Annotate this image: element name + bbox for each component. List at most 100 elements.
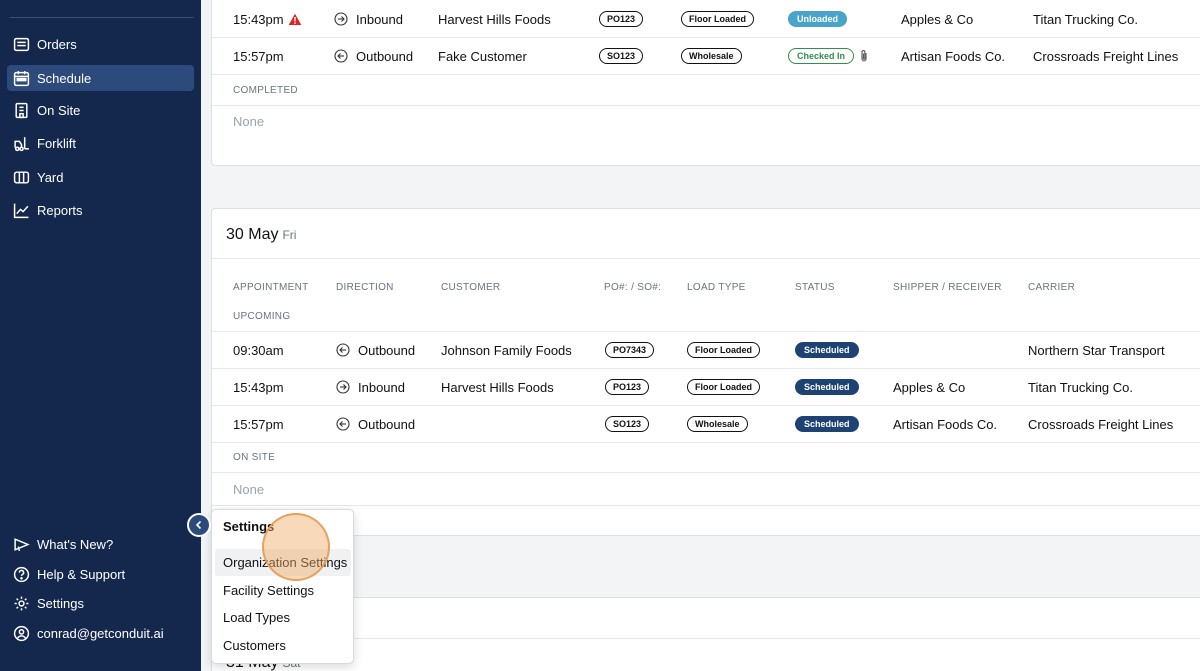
section-header-upcoming: UPCOMING	[212, 302, 1200, 332]
empty-state: None	[212, 473, 1200, 506]
arrow-left-circle-icon	[336, 343, 350, 357]
status-badge: Unloaded	[788, 11, 848, 27]
sidebar-item-label: Yard	[37, 169, 64, 185]
carrier-name: Crossroads Freight Lines	[1033, 48, 1179, 64]
carrier-name: Titan Trucking Co.	[1028, 379, 1134, 395]
column-header: CUSTOMER	[441, 281, 501, 293]
customer-name: Johnson Family Foods	[441, 342, 572, 358]
sidebar-item-account[interactable]: conrad@getconduit.ai	[7, 620, 194, 646]
column-header: APPOINTMENT	[233, 281, 309, 293]
day-card-31-may: 31 MaySat	[211, 597, 1200, 671]
day-card-30-may: 30 May Fri APPOINTMENT DIRECTION CUSTOMER…	[211, 208, 1200, 536]
collapse-sidebar-button[interactable]	[187, 513, 211, 537]
arrow-right-circle-icon	[334, 12, 348, 26]
divider	[212, 638, 1200, 639]
day-card-29-may: 15:43pm Inbound Harvest Hills Foods PO12…	[211, 0, 1200, 166]
shipper-name: Artisan Foods Co.	[901, 48, 1006, 64]
po-badge: PO123	[605, 379, 650, 395]
day-date: 30 May	[226, 226, 279, 243]
sidebar-item-label: Reports	[37, 202, 83, 218]
appointment-time: 09:30am	[233, 342, 284, 358]
divider	[212, 258, 1200, 259]
menu-item-facility-settings[interactable]: Facility Settings	[215, 577, 351, 604]
sidebar-item-label: Help & Support	[37, 566, 126, 582]
paperclip-icon[interactable]	[859, 49, 869, 63]
section-header-on-site: ON SITE	[212, 443, 1200, 473]
shipper-name: Artisan Foods Co.	[893, 416, 998, 432]
settings-menu-title: Settings	[223, 519, 275, 534]
sidebar-item-schedule[interactable]: Schedule	[7, 65, 194, 91]
load-type-badge: Wholesale	[687, 416, 748, 432]
sidebar-item-reports[interactable]: Reports	[7, 197, 194, 223]
table-row[interactable]: 15:57pm Outbound Fake Customer SO123 Who…	[212, 38, 1200, 75]
appointment-time: 15:57pm	[233, 48, 284, 64]
shipper-name: Apples & Co	[901, 11, 974, 27]
load-type-badge: Wholesale	[681, 48, 742, 64]
direction-label: Outbound	[358, 416, 416, 432]
load-type-badge: Floor Loaded	[687, 342, 760, 358]
menu-item-load-types[interactable]: Load Types	[215, 604, 351, 631]
sidebar-item-orders[interactable]: Orders	[7, 31, 194, 57]
arrow-left-circle-icon	[334, 49, 348, 63]
help-icon	[13, 566, 30, 582]
status-badge: Scheduled	[795, 342, 859, 358]
megaphone-icon	[14, 537, 30, 551]
sidebar-item-label: What's New?	[37, 536, 114, 552]
shipper-name: Apples & Co	[893, 379, 966, 395]
building-icon	[15, 102, 28, 118]
sidebar-item-label: Schedule	[37, 70, 92, 86]
table-row[interactable]: 15:43pm Inbound Harvest Hills Foods PO12…	[212, 1, 1200, 38]
sidebar-divider	[10, 17, 194, 18]
sidebar-item-label: Forklift	[37, 135, 76, 151]
menu-item-customers[interactable]: Customers	[215, 632, 351, 659]
po-badge: PO123	[599, 11, 644, 27]
carrier-name: Crossroads Freight Lines	[1028, 416, 1174, 432]
appointment-time: 15:43pm	[233, 379, 284, 395]
sidebar-item-label: Orders	[37, 36, 77, 52]
column-header: LOAD TYPE	[687, 281, 746, 293]
appointment-time: 15:57pm	[233, 416, 284, 432]
orders-icon	[13, 37, 30, 51]
customer-name: Harvest Hills Foods	[441, 379, 554, 395]
warning-icon	[288, 13, 301, 25]
chevron-left-icon	[195, 520, 202, 530]
user-icon	[13, 625, 30, 641]
po-badge: SO123	[599, 48, 644, 64]
status-badge: Scheduled	[795, 379, 859, 395]
customer-name: Harvest Hills Foods	[438, 11, 551, 27]
table-row[interactable]: 15:57pm Outbound SO123 Wholesale Schedul…	[212, 406, 1200, 443]
settings-menu: Settings Organization Settings Facility …	[211, 509, 354, 664]
po-badge: PO7343	[605, 342, 655, 358]
carrier-name: Northern Star Transport	[1028, 342, 1165, 358]
column-header: STATUS	[795, 281, 835, 293]
section-header-completed: COMPLETED	[212, 75, 1200, 106]
direction-label: Inbound	[358, 379, 405, 395]
empty-state: None	[233, 114, 265, 129]
sidebar-item-label: Settings	[37, 595, 84, 611]
sidebar-item-settings[interactable]: Settings	[7, 590, 194, 616]
sidebar: Orders Schedule On Site Forklift Yard Re…	[0, 0, 201, 671]
appointment-time: 15:43pm	[233, 11, 284, 27]
arrow-left-circle-icon	[336, 417, 350, 431]
table-row[interactable]: 09:30am Outbound Johnson Family Foods PO…	[212, 332, 1200, 369]
sidebar-item-whats-new[interactable]: What's New?	[7, 531, 194, 557]
column-header: PO#: / SO#:	[604, 281, 662, 293]
sidebar-item-label: conrad@getconduit.ai	[37, 625, 164, 641]
direction-label: Outbound	[356, 48, 414, 64]
sidebar-item-on-site[interactable]: On Site	[7, 97, 194, 123]
sidebar-item-forklift[interactable]: Forklift	[7, 130, 194, 156]
customer-name: Fake Customer	[438, 48, 527, 64]
sidebar-item-label: On Site	[37, 102, 81, 118]
load-type-badge: Floor Loaded	[681, 11, 754, 27]
column-header: SHIPPER / RECEIVER	[893, 281, 1002, 293]
table-header: APPOINTMENT DIRECTION CUSTOMER PO#: / SO…	[212, 272, 1200, 302]
sidebar-item-yard[interactable]: Yard	[7, 164, 194, 190]
menu-item-organization-settings[interactable]: Organization Settings	[215, 549, 351, 576]
table-row[interactable]: 15:43pm Inbound Harvest Hills Foods PO12…	[212, 369, 1200, 406]
po-badge: SO123	[605, 416, 650, 432]
chart-line-icon	[13, 203, 29, 218]
direction-label: Inbound	[356, 11, 403, 27]
map-icon	[13, 170, 30, 184]
sidebar-item-help[interactable]: Help & Support	[7, 561, 194, 587]
column-header: CARRIER	[1028, 281, 1076, 293]
